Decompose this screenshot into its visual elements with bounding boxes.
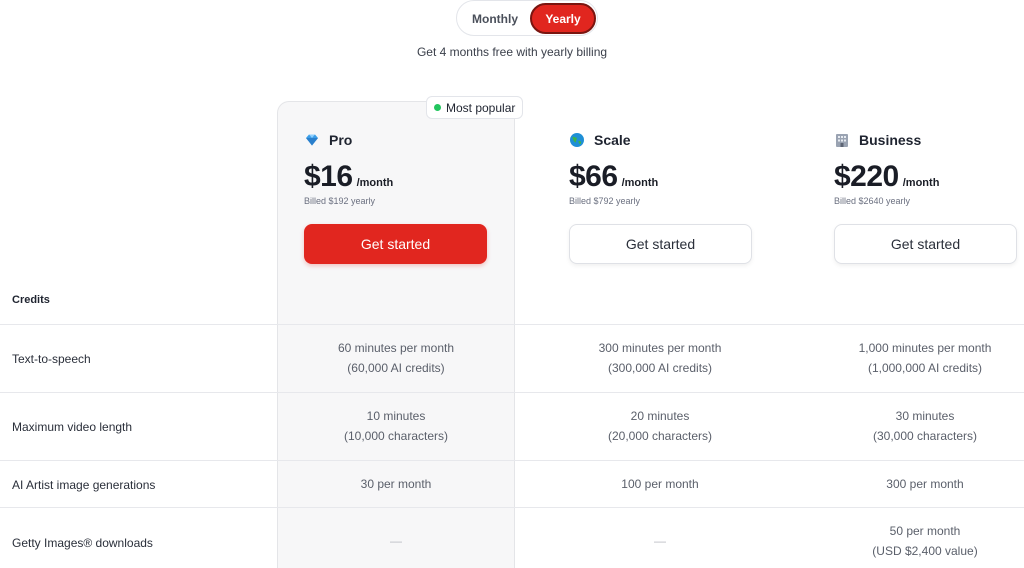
plan-price: $220: [834, 160, 899, 193]
business-get-started-button[interactable]: Get started: [834, 224, 1017, 264]
cell-value: 1,000 minutes per month: [858, 341, 992, 355]
plan-price: $66: [569, 160, 618, 193]
row-label: Maximum video length: [12, 420, 133, 434]
most-popular-badge: Most popular: [426, 96, 524, 119]
row-label: Getty Images® downloads: [12, 536, 153, 550]
cell-value: 300 per month: [886, 477, 964, 491]
billing-toggle: Monthly Yearly: [456, 0, 598, 36]
row-divider: [0, 324, 1024, 325]
plan-scale: Scale $66 /month Billed $792 yearly Get …: [569, 130, 759, 264]
table-cell: —: [541, 531, 779, 551]
table-cell: 10 minutes (10,000 characters): [277, 406, 515, 446]
row-label: AI Artist image generations: [12, 478, 156, 492]
pro-get-started-button[interactable]: Get started: [304, 224, 487, 264]
plan-billed-note: Billed $192 yearly: [304, 196, 376, 206]
cell-value: —: [390, 534, 402, 548]
cell-value: 100 per month: [621, 477, 699, 491]
scale-get-started-button[interactable]: Get started: [569, 224, 752, 264]
building-icon: [834, 132, 850, 148]
table-cell: 300 per month: [806, 474, 1024, 494]
plan-pro: Pro $16 /month Billed $192 yearly Get st…: [304, 130, 494, 264]
row-label: Text-to-speech: [12, 352, 91, 366]
table-cell: 30 per month: [277, 474, 515, 494]
diamond-icon: [304, 132, 320, 148]
plan-business: Business $220 /month Billed $2640 yearly…: [834, 130, 1024, 264]
plan-period: /month: [621, 177, 659, 189]
cell-value: 60 minutes per month: [337, 341, 455, 355]
yearly-toggle-button[interactable]: Yearly: [530, 3, 596, 34]
plan-billed-note: Billed $792 yearly: [569, 196, 641, 206]
cell-subvalue: (300,000 AI credits): [607, 361, 713, 375]
row-divider: [0, 392, 1024, 393]
cell-subvalue: (10,000 characters): [343, 429, 449, 443]
monthly-toggle-button[interactable]: Monthly: [461, 3, 529, 34]
plan-name: Scale: [594, 132, 631, 148]
table-cell: 20 minutes (20,000 characters): [541, 406, 779, 446]
table-cell: 50 per month (USD $2,400 value): [806, 521, 1024, 561]
plan-name: Pro: [329, 132, 353, 148]
cell-value: 30 minutes: [895, 409, 955, 423]
plan-price: $16: [304, 160, 353, 193]
table-cell: 30 minutes (30,000 characters): [806, 406, 1024, 446]
cell-value: 300 minutes per month: [598, 341, 722, 355]
row-divider: [0, 507, 1024, 508]
table-cell: 100 per month: [541, 474, 779, 494]
table-cell: 60 minutes per month (60,000 AI credits): [277, 338, 515, 378]
billing-note: Get 4 months free with yearly billing: [416, 45, 608, 59]
table-cell: —: [277, 531, 515, 551]
plan-billed-note: Billed $2640 yearly: [834, 196, 911, 206]
globe-icon: [569, 132, 585, 148]
table-cell: 1,000 minutes per month (1,000,000 AI cr…: [806, 338, 1024, 378]
cell-subvalue: (1,000,000 AI credits): [867, 361, 983, 375]
cell-subvalue: (20,000 characters): [607, 429, 713, 443]
cell-subvalue: (30,000 characters): [872, 429, 978, 443]
table-cell: 300 minutes per month (300,000 AI credit…: [541, 338, 779, 378]
section-label-credits: Credits: [12, 294, 50, 306]
status-dot-icon: [434, 104, 441, 111]
plan-period: /month: [902, 177, 940, 189]
cell-value: 20 minutes: [630, 409, 690, 423]
cell-subvalue: (60,000 AI credits): [347, 361, 445, 375]
plan-period: /month: [356, 177, 394, 189]
cell-value: 10 minutes: [366, 409, 426, 423]
most-popular-label: Most popular: [446, 100, 516, 115]
cell-subvalue: (USD $2,400 value): [872, 544, 978, 558]
cell-value: 50 per month: [889, 524, 961, 538]
row-divider: [0, 460, 1024, 461]
cell-value: 30 per month: [360, 477, 432, 491]
cell-value: —: [654, 534, 666, 548]
plan-name: Business: [859, 132, 922, 148]
